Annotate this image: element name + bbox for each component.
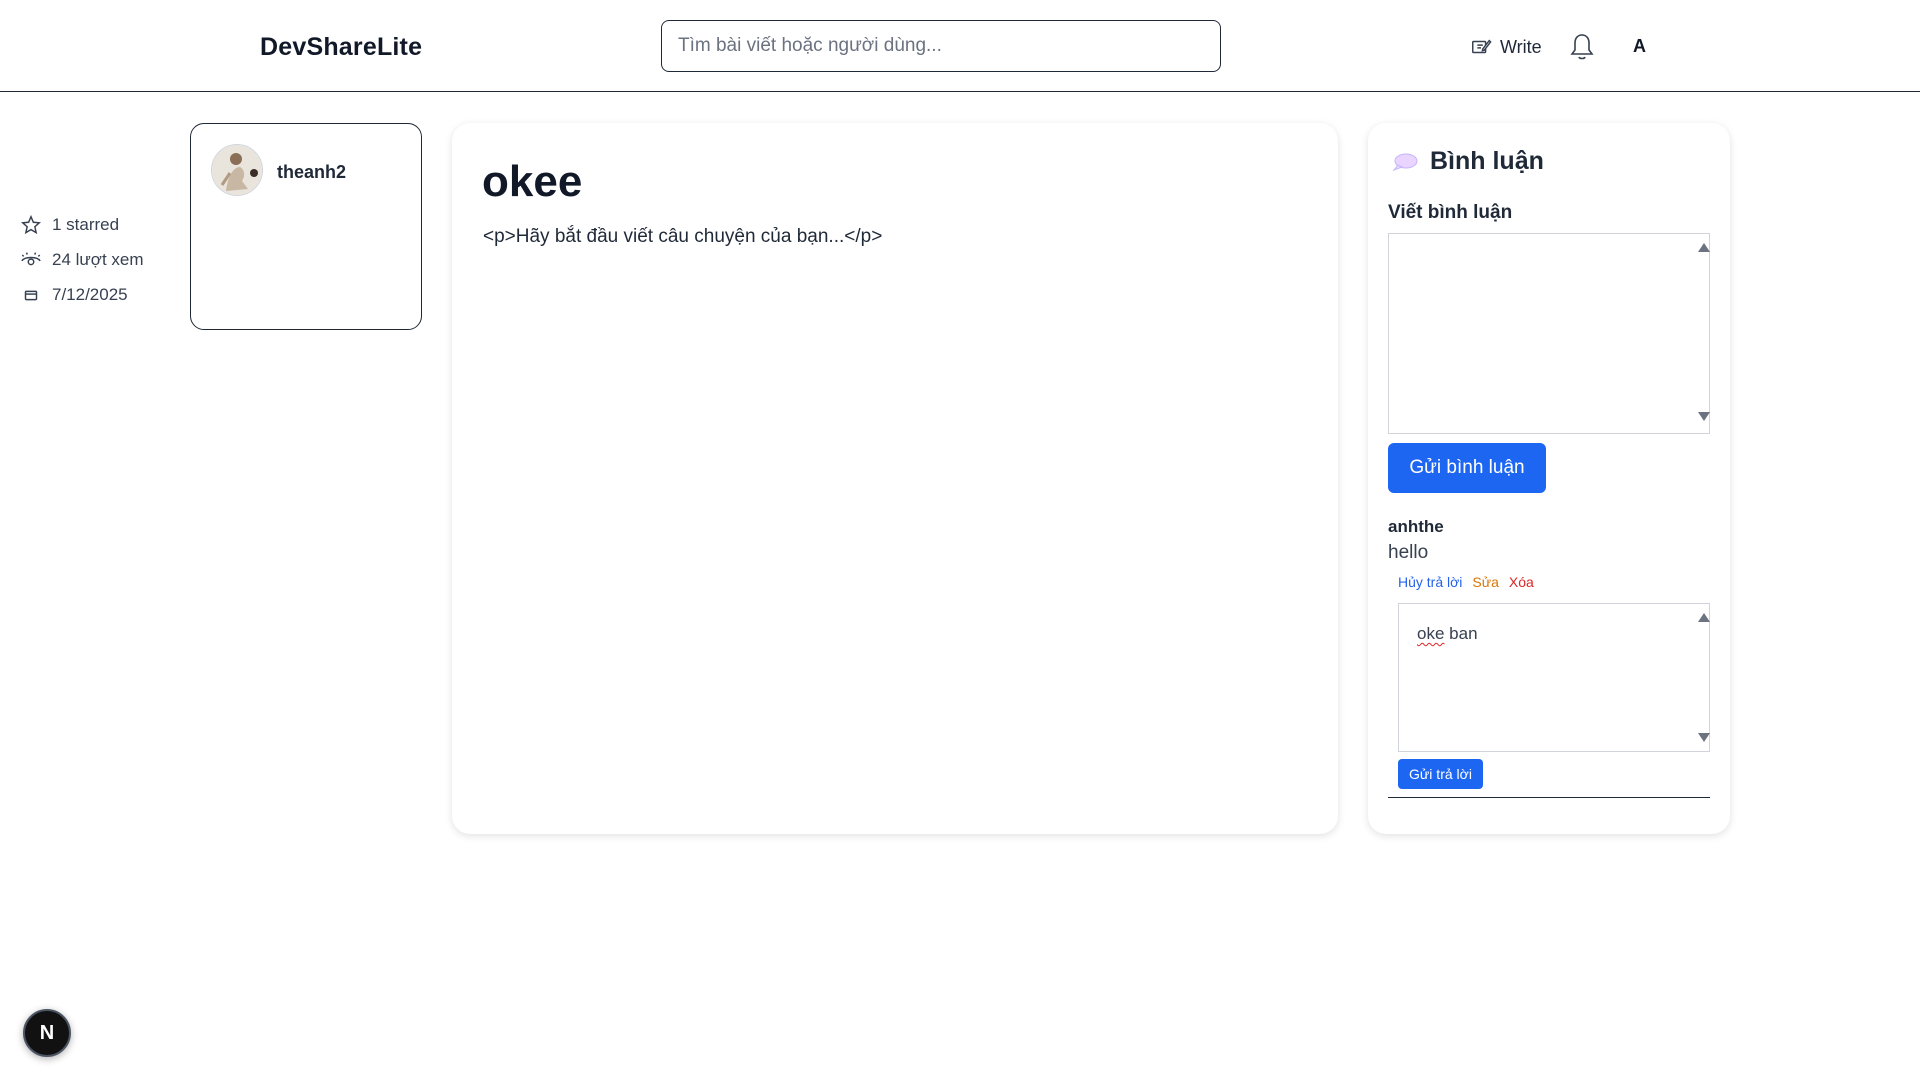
textarea-scroll-up[interactable]	[1698, 243, 1710, 252]
calendar-icon	[24, 290, 38, 301]
edit-pencil-icon	[1472, 39, 1492, 54]
author-photo	[212, 145, 262, 195]
brand-logo[interactable]: DevShareLite	[260, 33, 422, 62]
comment-textarea[interactable]	[1388, 233, 1710, 434]
delete-comment-link[interactable]: Xóa	[1509, 574, 1534, 590]
starred-label: 1 starred	[52, 215, 120, 234]
starred-count: 1 starred	[20, 214, 119, 236]
publish-date: 7/12/2025	[20, 284, 128, 306]
article-body: <p>Hãy bắt đầu viết câu chuyện của bạn..…	[483, 226, 883, 247]
date-label: 7/12/2025	[52, 285, 128, 304]
write-button[interactable]: Write	[1470, 34, 1542, 60]
speech-bubble-icon	[1392, 153, 1418, 171]
reply-textarea[interactable]: oke ban	[1398, 603, 1710, 752]
search-input[interactable]	[661, 20, 1221, 72]
author-card: theanh2	[190, 123, 422, 330]
comments-panel: Bình luận Viết bình luận Gửi bình luận a…	[1368, 123, 1730, 834]
comments-title: Bình luận	[1430, 147, 1544, 175]
reply-scroll-up[interactable]	[1698, 613, 1710, 622]
submit-reply-button[interactable]: Gửi trả lời	[1398, 759, 1483, 789]
comment-author[interactable]: anhthe	[1388, 517, 1444, 537]
comments-heading: Bình luận	[1392, 147, 1544, 176]
comment-divider	[1388, 797, 1710, 798]
views-label: 24 lượt xem	[52, 250, 144, 269]
textarea-scroll-down[interactable]	[1698, 412, 1710, 421]
nextjs-dev-badge[interactable]: N	[23, 1009, 71, 1057]
write-comment-label: Viết bình luận	[1388, 202, 1513, 223]
user-menu-avatar[interactable]: A	[1633, 36, 1646, 57]
write-label: Write	[1500, 36, 1542, 57]
view-count: 24 lượt xem	[20, 249, 144, 271]
star-icon[interactable]	[20, 214, 42, 236]
comment-actions: Hủy trả lời Sửa Xóa	[1398, 574, 1534, 590]
author-username[interactable]: theanh2	[277, 162, 346, 183]
bell-icon[interactable]	[1568, 32, 1596, 62]
author-avatar[interactable]	[211, 144, 263, 196]
submit-comment-button[interactable]: Gửi bình luận	[1388, 443, 1546, 493]
reply-scroll-down[interactable]	[1698, 733, 1710, 742]
edit-comment-link[interactable]: Sửa	[1472, 574, 1499, 590]
reply-draft-word-2: ban	[1449, 624, 1478, 643]
article-title: okee	[482, 157, 583, 206]
eye-icon	[21, 252, 41, 266]
top-header: DevShareLite Write A	[0, 0, 1920, 92]
article-card: okee <p>Hãy bắt đầu viết câu chuyện của …	[452, 123, 1338, 834]
comment-text: hello	[1388, 542, 1429, 563]
reply-draft-word-1: oke	[1417, 624, 1445, 643]
cancel-reply-link[interactable]: Hủy trả lời	[1398, 574, 1462, 590]
